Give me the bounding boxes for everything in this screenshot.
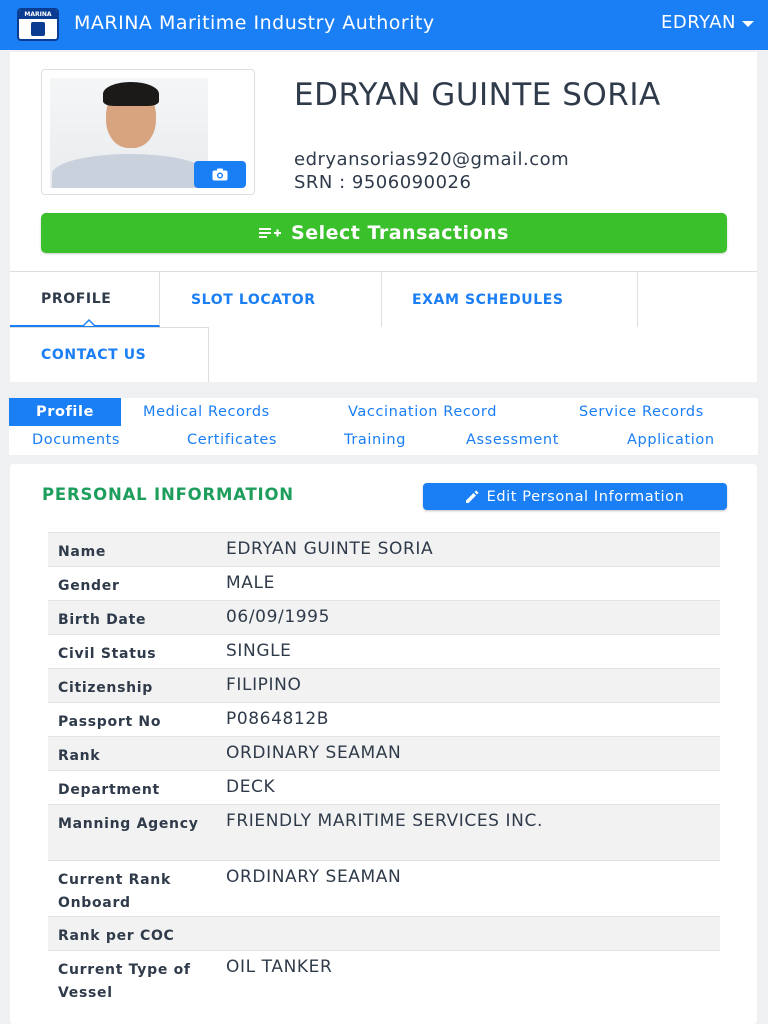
table-row: Manning Agency FRIENDLY MARITIME SERVICE… (48, 804, 720, 861)
profile-srn: SRN : 9506090026 (294, 172, 472, 193)
row-value: FRIENDLY MARITIME SERVICES INC. (216, 804, 720, 861)
table-row: Birth Date 06/09/1995 (48, 600, 720, 635)
tab-profile-label: PROFILE (41, 290, 112, 307)
row-label: Rank per COC (48, 916, 216, 951)
row-label: Birth Date (48, 600, 216, 635)
user-menu-dropdown[interactable]: EDRYAN (661, 12, 754, 33)
subtab-service-records[interactable]: Service Records (579, 398, 704, 426)
table-row: Department DECK (48, 770, 720, 805)
app-title[interactable]: MARINA Maritime Industry Authority (74, 12, 435, 34)
table-row: Passport No P0864812B (48, 702, 720, 737)
table-row: Current Rank Onboard ORDINARY SEAMAN (48, 860, 720, 917)
row-label: Gender (48, 566, 216, 601)
row-value (216, 916, 720, 951)
user-menu-label: EDRYAN (661, 12, 736, 33)
table-row: Current Type of Vessel OIL TANKER (48, 950, 720, 1007)
row-label: Citizenship (48, 668, 216, 703)
subtab-training[interactable]: Training (344, 426, 406, 454)
tab-exam-schedules[interactable]: EXAM SCHEDULES (382, 272, 638, 327)
table-row: Rank per COC (48, 916, 720, 951)
playlist-add-icon (259, 228, 282, 238)
camera-icon (212, 168, 228, 181)
personal-info-panel: PERSONAL INFORMATION Edit Personal Infor… (10, 464, 757, 1024)
row-value: DECK (216, 770, 720, 805)
subtab-vaccination-record[interactable]: Vaccination Record (348, 398, 497, 426)
row-label: Civil Status (48, 634, 216, 669)
table-row: Name EDRYAN GUINTE SORIA (48, 532, 720, 567)
profile-email: edryansorias920@gmail.com (294, 149, 570, 170)
subtab-documents[interactable]: Documents (32, 426, 120, 454)
tab-contact-us[interactable]: CONTACT US (10, 327, 209, 382)
subtab-medical-records[interactable]: Medical Records (143, 398, 270, 426)
select-transactions-label: Select Transactions (291, 222, 509, 244)
row-value: EDRYAN GUINTE SORIA (216, 532, 720, 567)
pencil-icon (465, 490, 479, 503)
row-label: Department (48, 770, 216, 805)
profile-full-name: EDRYAN GUINTE SORIA (294, 77, 661, 113)
row-value: OIL TANKER (216, 950, 720, 1007)
profile-photo (50, 78, 208, 188)
edit-personal-info-button[interactable]: Edit Personal Information (423, 483, 727, 510)
top-navbar: MARINA MARINA Maritime Industry Authorit… (0, 0, 768, 50)
subtab-application[interactable]: Application (627, 426, 715, 454)
table-row: Civil Status SINGLE (48, 634, 720, 669)
row-value: SINGLE (216, 634, 720, 669)
row-value: MALE (216, 566, 720, 601)
subtab-certificates[interactable]: Certificates (187, 426, 277, 454)
row-label: Manning Agency (48, 804, 216, 861)
tab-slot-locator[interactable]: SLOT LOCATOR (160, 272, 382, 327)
edit-personal-info-label: Edit Personal Information (486, 488, 685, 505)
row-value: FILIPINO (216, 668, 720, 703)
table-row: Gender MALE (48, 566, 720, 601)
tab-profile[interactable]: PROFILE (10, 272, 160, 327)
row-label: Current Type of Vessel (48, 950, 216, 1007)
profile-photo-frame (41, 69, 255, 195)
table-row: Citizenship FILIPINO (48, 668, 720, 703)
profile-card: EDRYAN GUINTE SORIA edryansorias920@gmai… (10, 52, 757, 382)
row-label: Current Rank Onboard (48, 860, 216, 917)
personal-info-table: Name EDRYAN GUINTE SORIA Gender MALE Bir… (48, 532, 720, 1007)
chevron-down-icon (742, 20, 754, 27)
row-value: ORDINARY SEAMAN (216, 860, 720, 917)
row-value: ORDINARY SEAMAN (216, 736, 720, 771)
section-title: PERSONAL INFORMATION (42, 485, 294, 504)
tab-exam-schedules-label: EXAM SCHEDULES (412, 291, 564, 308)
row-value: 06/09/1995 (216, 600, 720, 635)
tab-slot-locator-label: SLOT LOCATOR (191, 291, 316, 308)
subtab-profile[interactable]: Profile (9, 398, 121, 426)
subtab-assessment[interactable]: Assessment (466, 426, 559, 454)
row-value: P0864812B (216, 702, 720, 737)
table-row: Rank ORDINARY SEAMAN (48, 736, 720, 771)
select-transactions-button[interactable]: Select Transactions (41, 213, 727, 253)
logo-text: MARINA (19, 10, 57, 19)
change-photo-button[interactable] (194, 161, 246, 188)
row-label: Rank (48, 736, 216, 771)
row-label: Passport No (48, 702, 216, 737)
logo-emblem-icon (31, 22, 45, 36)
profile-sub-tabs: Profile Medical Records Vaccination Reco… (9, 398, 758, 455)
main-nav-tabs: PROFILE SLOT LOCATOR EXAM SCHEDULES CONT… (10, 271, 757, 382)
tab-contact-us-label: CONTACT US (41, 347, 147, 363)
marina-logo[interactable]: MARINA (17, 8, 59, 41)
row-label: Name (48, 532, 216, 567)
